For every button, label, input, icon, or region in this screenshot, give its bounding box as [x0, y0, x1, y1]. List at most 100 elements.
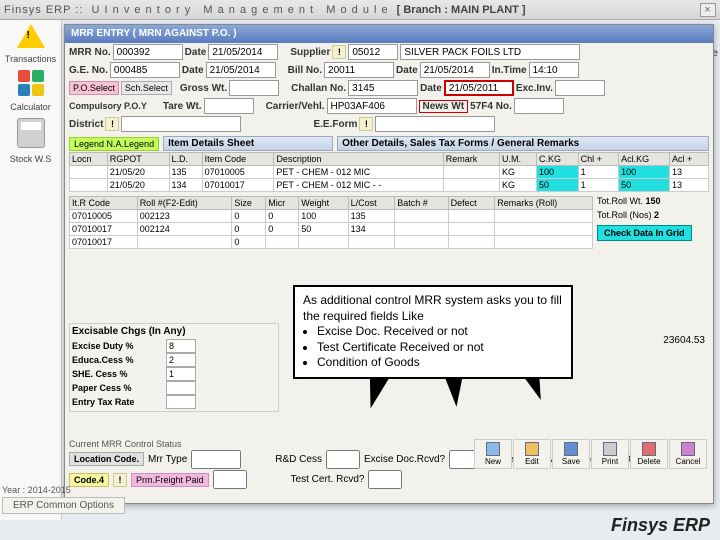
ge-no-input[interactable] [110, 62, 180, 78]
tot-roll-wt-label: Tot.Roll Wt. [597, 196, 643, 206]
excise-row-input[interactable] [166, 381, 196, 395]
challan-label: Challan No. [291, 83, 346, 94]
action-toolbar: New Edit Save Print Delete Cancel [474, 439, 707, 469]
excise-side-value: 23604.53 [663, 335, 705, 346]
print-icon [603, 442, 617, 456]
excise-row-label: Entry Tax Rate [72, 397, 162, 407]
ge-no-label: G.E. No. [69, 65, 108, 76]
mrr-type-label: Mrr Type [148, 454, 187, 465]
date3-input[interactable] [420, 62, 490, 78]
save-icon [564, 442, 578, 456]
compulsory-label: Compulsory P.O.Y [69, 101, 147, 111]
supplier-lookup-button[interactable]: ! [332, 45, 346, 59]
eeform-input[interactable] [375, 116, 495, 132]
cancel-icon [681, 442, 695, 456]
tot-roll-nos-value: 2 [654, 210, 659, 220]
windows-icon[interactable] [18, 70, 44, 96]
callout-bullet-2: Test Certificate Received or not [317, 340, 563, 356]
cancel-button[interactable]: Cancel [669, 439, 707, 469]
excise-row-input[interactable] [166, 367, 196, 381]
district-input[interactable] [121, 116, 241, 132]
excise-row-input[interactable] [166, 395, 196, 409]
mrr-type-input[interactable] [191, 450, 241, 469]
legend-strip: Legend N.A.Legend [69, 137, 159, 151]
tot-roll-nos-label: Tot.Roll (Nos) [597, 210, 652, 220]
excise-row-input[interactable] [166, 353, 196, 367]
sidebar-item-calculator[interactable]: Calculator [10, 102, 51, 112]
challan-input[interactable] [348, 80, 418, 96]
rd-cess-input[interactable] [326, 450, 360, 469]
instruction-callout: As additional control MRR system asks yo… [293, 285, 573, 379]
supplier-code-input[interactable] [348, 44, 398, 60]
dialog-title: MRR ENTRY ( MRN AGAINST P.O. ) [65, 25, 713, 43]
bill-no-input[interactable] [324, 62, 394, 78]
district-label: District [69, 119, 103, 130]
s7f4-label: 57F4 No. [470, 101, 512, 112]
callout-bullet-1: Excise Doc. Received or not [317, 324, 563, 340]
roll-details-grid[interactable]: It.R CodeRoll #(F2-Edit)SizeMicrWeightL/… [69, 196, 593, 249]
eeform-label: E.E.Form [313, 119, 357, 130]
rd-cess-label: R&D Cess [275, 454, 322, 465]
date2-label: Date [182, 65, 204, 76]
date1-input[interactable] [208, 44, 278, 60]
excise-row-input[interactable] [166, 339, 196, 353]
delete-button[interactable]: Delete [630, 439, 668, 469]
footer-left: Year : 2014-2015 ERP Common Options [2, 485, 125, 514]
tare-wt-input[interactable] [204, 98, 254, 114]
news-wt-label: News Wt [419, 100, 469, 113]
excise-row-label: SHE. Cess % [72, 369, 162, 379]
sch-select-button[interactable]: Sch.Select [121, 81, 172, 95]
mrr-no-input[interactable] [113, 44, 183, 60]
edit-button[interactable]: Edit [513, 439, 551, 469]
date3-label: Date [396, 65, 418, 76]
window-close-button[interactable]: × [700, 3, 716, 17]
date4-input[interactable] [444, 80, 514, 96]
date4-label: Date [420, 83, 442, 94]
s7f4-input[interactable] [514, 98, 564, 114]
check-data-button[interactable]: Check Data In Grid [597, 225, 692, 241]
eeform-lookup-button[interactable]: ! [359, 117, 373, 131]
delete-icon [642, 442, 656, 456]
tab-other-details[interactable]: Other Details, Sales Tax Forms / General… [337, 136, 709, 151]
gross-wt-input[interactable] [229, 80, 279, 96]
app-titlebar: Finsys ERP :: U I n v e n t o r y M a n … [0, 0, 720, 20]
erp-common-options-button[interactable]: ERP Common Options [2, 497, 125, 514]
test-cert-input[interactable] [368, 470, 402, 489]
intime-input[interactable] [529, 62, 579, 78]
new-button[interactable]: New [474, 439, 512, 469]
excise-row-label: Excise Duty % [72, 341, 162, 351]
intime-label: In.Time [492, 65, 527, 76]
date2-input[interactable] [206, 62, 276, 78]
gross-wt-label: Gross Wt. [180, 83, 227, 94]
tare-wt-label: Tare Wt. [163, 101, 202, 112]
test-cert-label: Test Cert. Rcvd? [291, 474, 365, 485]
excise-row-label: Educa.Cess % [72, 355, 162, 365]
tab-item-details[interactable]: Item Details Sheet [163, 136, 333, 151]
po-select-button[interactable]: P.O.Select [69, 81, 119, 95]
supplier-label: Supplier [290, 47, 330, 58]
excise-row-label: Paper Cess % [72, 383, 162, 393]
calculator-icon[interactable] [17, 118, 45, 148]
excise-charges-panel: Excisable Chgs (In Any) Excise Duty %Edu… [69, 323, 279, 412]
item-details-grid[interactable]: LocnRGPOTL.D.Item CodeDescriptionRemarkU… [69, 152, 709, 192]
new-icon [486, 442, 500, 456]
excise-doc-label: Excise Doc.Rcvd? [364, 454, 445, 465]
print-button[interactable]: Print [591, 439, 629, 469]
edit-icon [525, 442, 539, 456]
sidebar-item-transactions[interactable]: Transactions [5, 54, 56, 64]
district-lookup-button[interactable]: ! [105, 117, 119, 131]
year-label: Year : 2014-2015 [2, 485, 125, 495]
sidebar-item-stock[interactable]: Stock W.S [10, 154, 52, 164]
mrr-no-label: MRR No. [69, 47, 111, 58]
location-code-label: Location Code. [69, 452, 144, 466]
save-button[interactable]: Save [552, 439, 590, 469]
callout-bullet-3: Condition of Goods [317, 355, 563, 371]
app-title: Finsys ERP :: U I n v e n t o r y M a n … [4, 4, 389, 16]
warning-icon[interactable] [17, 24, 45, 48]
carrier-input[interactable] [327, 98, 417, 114]
date1-label: Date [185, 47, 207, 58]
exc-inv-input[interactable] [555, 80, 605, 96]
supplier-name-input[interactable] [400, 44, 580, 60]
prm-freight-input[interactable] [213, 470, 247, 489]
brand-label: Finsys ERP [611, 515, 710, 536]
